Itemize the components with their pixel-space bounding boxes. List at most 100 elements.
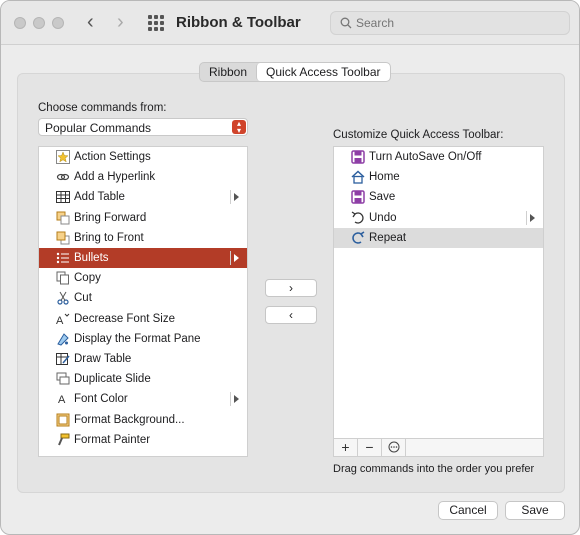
font-color-icon: A — [55, 391, 71, 407]
submenu-separator — [230, 392, 231, 407]
window-title: Ribbon & Toolbar — [176, 14, 301, 31]
search-field[interactable] — [330, 11, 570, 35]
title-bar: ‹ › Ribbon & Toolbar — [1, 1, 579, 45]
commands-list[interactable]: Action Settings Add a Hyperlink Add Table B… — [38, 146, 248, 457]
toolbar-items-list[interactable]: Turn AutoSave On/Off Home Save Undo Repeat — [333, 146, 544, 439]
format-pane-icon — [55, 331, 71, 347]
zoom-window-button[interactable] — [52, 17, 64, 29]
submenu-separator — [526, 210, 527, 225]
toolbar-item-label: Turn AutoSave On/Off — [369, 151, 482, 164]
command-row-bullets[interactable]: Bullets — [39, 247, 247, 269]
command-row-label: Format Painter — [74, 433, 151, 446]
toolbar-item-label: Repeat — [369, 231, 407, 244]
search-icon — [340, 17, 352, 29]
format-painter-icon — [55, 432, 71, 448]
popup-value: Popular Commands — [45, 121, 152, 135]
command-row-label: Draw Table — [74, 352, 132, 365]
more-options-button[interactable] — [382, 439, 406, 456]
toolbar-item-save[interactable]: Save — [334, 187, 543, 207]
submenu-arrow-icon[interactable] — [530, 213, 535, 222]
command-row-action-settings[interactable]: Action Settings — [39, 147, 247, 167]
command-row-draw-table[interactable]: Draw Table — [39, 349, 247, 369]
add-command-button[interactable]: › — [265, 279, 317, 297]
back-chevron-icon[interactable]: ‹ — [87, 12, 94, 32]
add-item-button[interactable]: + — [334, 439, 358, 456]
bullets-icon — [55, 250, 71, 266]
submenu-separator — [230, 190, 231, 205]
cancel-button[interactable]: Cancel — [438, 501, 498, 520]
customize-toolbar-label: Customize Quick Access Toolbar: — [333, 129, 504, 141]
show-all-grid-icon[interactable] — [148, 15, 164, 31]
undo-icon — [350, 210, 366, 226]
repeat-icon — [350, 230, 366, 246]
decrease-font-icon: A — [55, 311, 71, 327]
command-row-label: Bring to Front — [74, 231, 144, 244]
command-row-label: Bring Forward — [74, 211, 147, 224]
home-icon — [350, 169, 366, 185]
minimize-window-button[interactable] — [33, 17, 45, 29]
command-row-label: Add a Hyperlink — [74, 171, 156, 184]
action-settings-icon — [55, 149, 71, 165]
command-row-display-the-format-pane[interactable]: Display the Format Pane — [39, 329, 247, 349]
ellipsis-circle-icon — [388, 441, 399, 453]
command-row-bring-forward[interactable]: Bring Forward — [39, 208, 247, 228]
toolbar-item-label: Home — [369, 171, 400, 184]
command-row-add-a-hyperlink[interactable]: Add a Hyperlink — [39, 167, 247, 187]
draw-table-icon — [55, 351, 71, 367]
command-row-add-table[interactable]: Add Table — [39, 187, 247, 207]
format-background-icon — [55, 412, 71, 428]
toolbar-item-repeat[interactable]: Repeat — [334, 227, 543, 248]
command-row-label: Decrease Font Size — [74, 312, 175, 325]
preferences-window: ‹ › Ribbon & Toolbar Ribbon Quick Access… — [0, 0, 580, 535]
command-row-label: Action Settings — [74, 151, 151, 164]
submenu-separator — [230, 250, 231, 265]
toolbar-item-turn-autosave-on-off[interactable]: Turn AutoSave On/Off — [334, 147, 543, 167]
svg-text:A: A — [56, 315, 64, 326]
bring-to-front-icon — [55, 230, 71, 246]
remove-item-button[interactable]: − — [358, 439, 382, 456]
command-row-label: Add Table — [74, 191, 125, 204]
save-button[interactable]: Save — [505, 501, 565, 520]
command-row-label: Format Background... — [74, 413, 185, 426]
hyperlink-icon — [55, 169, 71, 185]
command-row-label: Copy — [74, 272, 101, 285]
toolbar-item-undo[interactable]: Undo — [334, 208, 543, 228]
command-row-label: Display the Format Pane — [74, 332, 201, 345]
command-row-font-color[interactable]: A Font Color — [39, 389, 247, 409]
toolbar-item-home[interactable]: Home — [334, 167, 543, 187]
forward-chevron-icon[interactable]: › — [117, 12, 124, 32]
command-row-cut[interactable]: Cut — [39, 288, 247, 308]
command-row-duplicate-slide[interactable]: Duplicate Slide — [39, 369, 247, 389]
tab-bar: Ribbon Quick Access Toolbar — [199, 62, 391, 82]
toolbar-list-actions: + − — [333, 438, 544, 457]
submenu-arrow-icon[interactable] — [234, 395, 239, 404]
submenu-arrow-icon[interactable] — [234, 193, 239, 202]
duplicate-slide-icon — [55, 371, 71, 387]
tab-ribbon[interactable]: Ribbon — [200, 63, 256, 81]
remove-command-button[interactable]: ‹ — [265, 306, 317, 324]
save-icon — [350, 189, 366, 205]
command-row-label: Bullets — [74, 252, 109, 265]
commands-source-popup[interactable]: Popular Commands ▴ ▾ — [38, 118, 248, 136]
tab-quick-access-toolbar[interactable]: Quick Access Toolbar — [256, 63, 390, 81]
command-row-label: Duplicate Slide — [74, 373, 151, 386]
toolbar-item-label: Undo — [369, 211, 397, 224]
autosave-icon — [350, 149, 366, 165]
submenu-arrow-icon[interactable] — [234, 253, 239, 262]
copy-icon — [55, 270, 71, 286]
table-icon — [55, 189, 71, 205]
svg-text:A: A — [58, 394, 66, 406]
command-row-format-background[interactable]: Format Background... — [39, 409, 247, 429]
choose-commands-label: Choose commands from: — [38, 102, 167, 114]
command-row-decrease-font-size[interactable]: A Decrease Font Size — [39, 309, 247, 329]
toolbar-item-label: Save — [369, 191, 396, 204]
command-row-label: Cut — [74, 292, 92, 305]
bring-forward-icon — [55, 210, 71, 226]
command-row-format-painter[interactable]: Format Painter — [39, 430, 247, 450]
close-window-button[interactable] — [14, 17, 26, 29]
search-input[interactable] — [356, 15, 556, 31]
command-row-bring-to-front[interactable]: Bring to Front — [39, 228, 247, 248]
scissors-icon — [55, 290, 71, 306]
command-row-label: Font Color — [74, 393, 128, 406]
command-row-copy[interactable]: Copy — [39, 268, 247, 288]
